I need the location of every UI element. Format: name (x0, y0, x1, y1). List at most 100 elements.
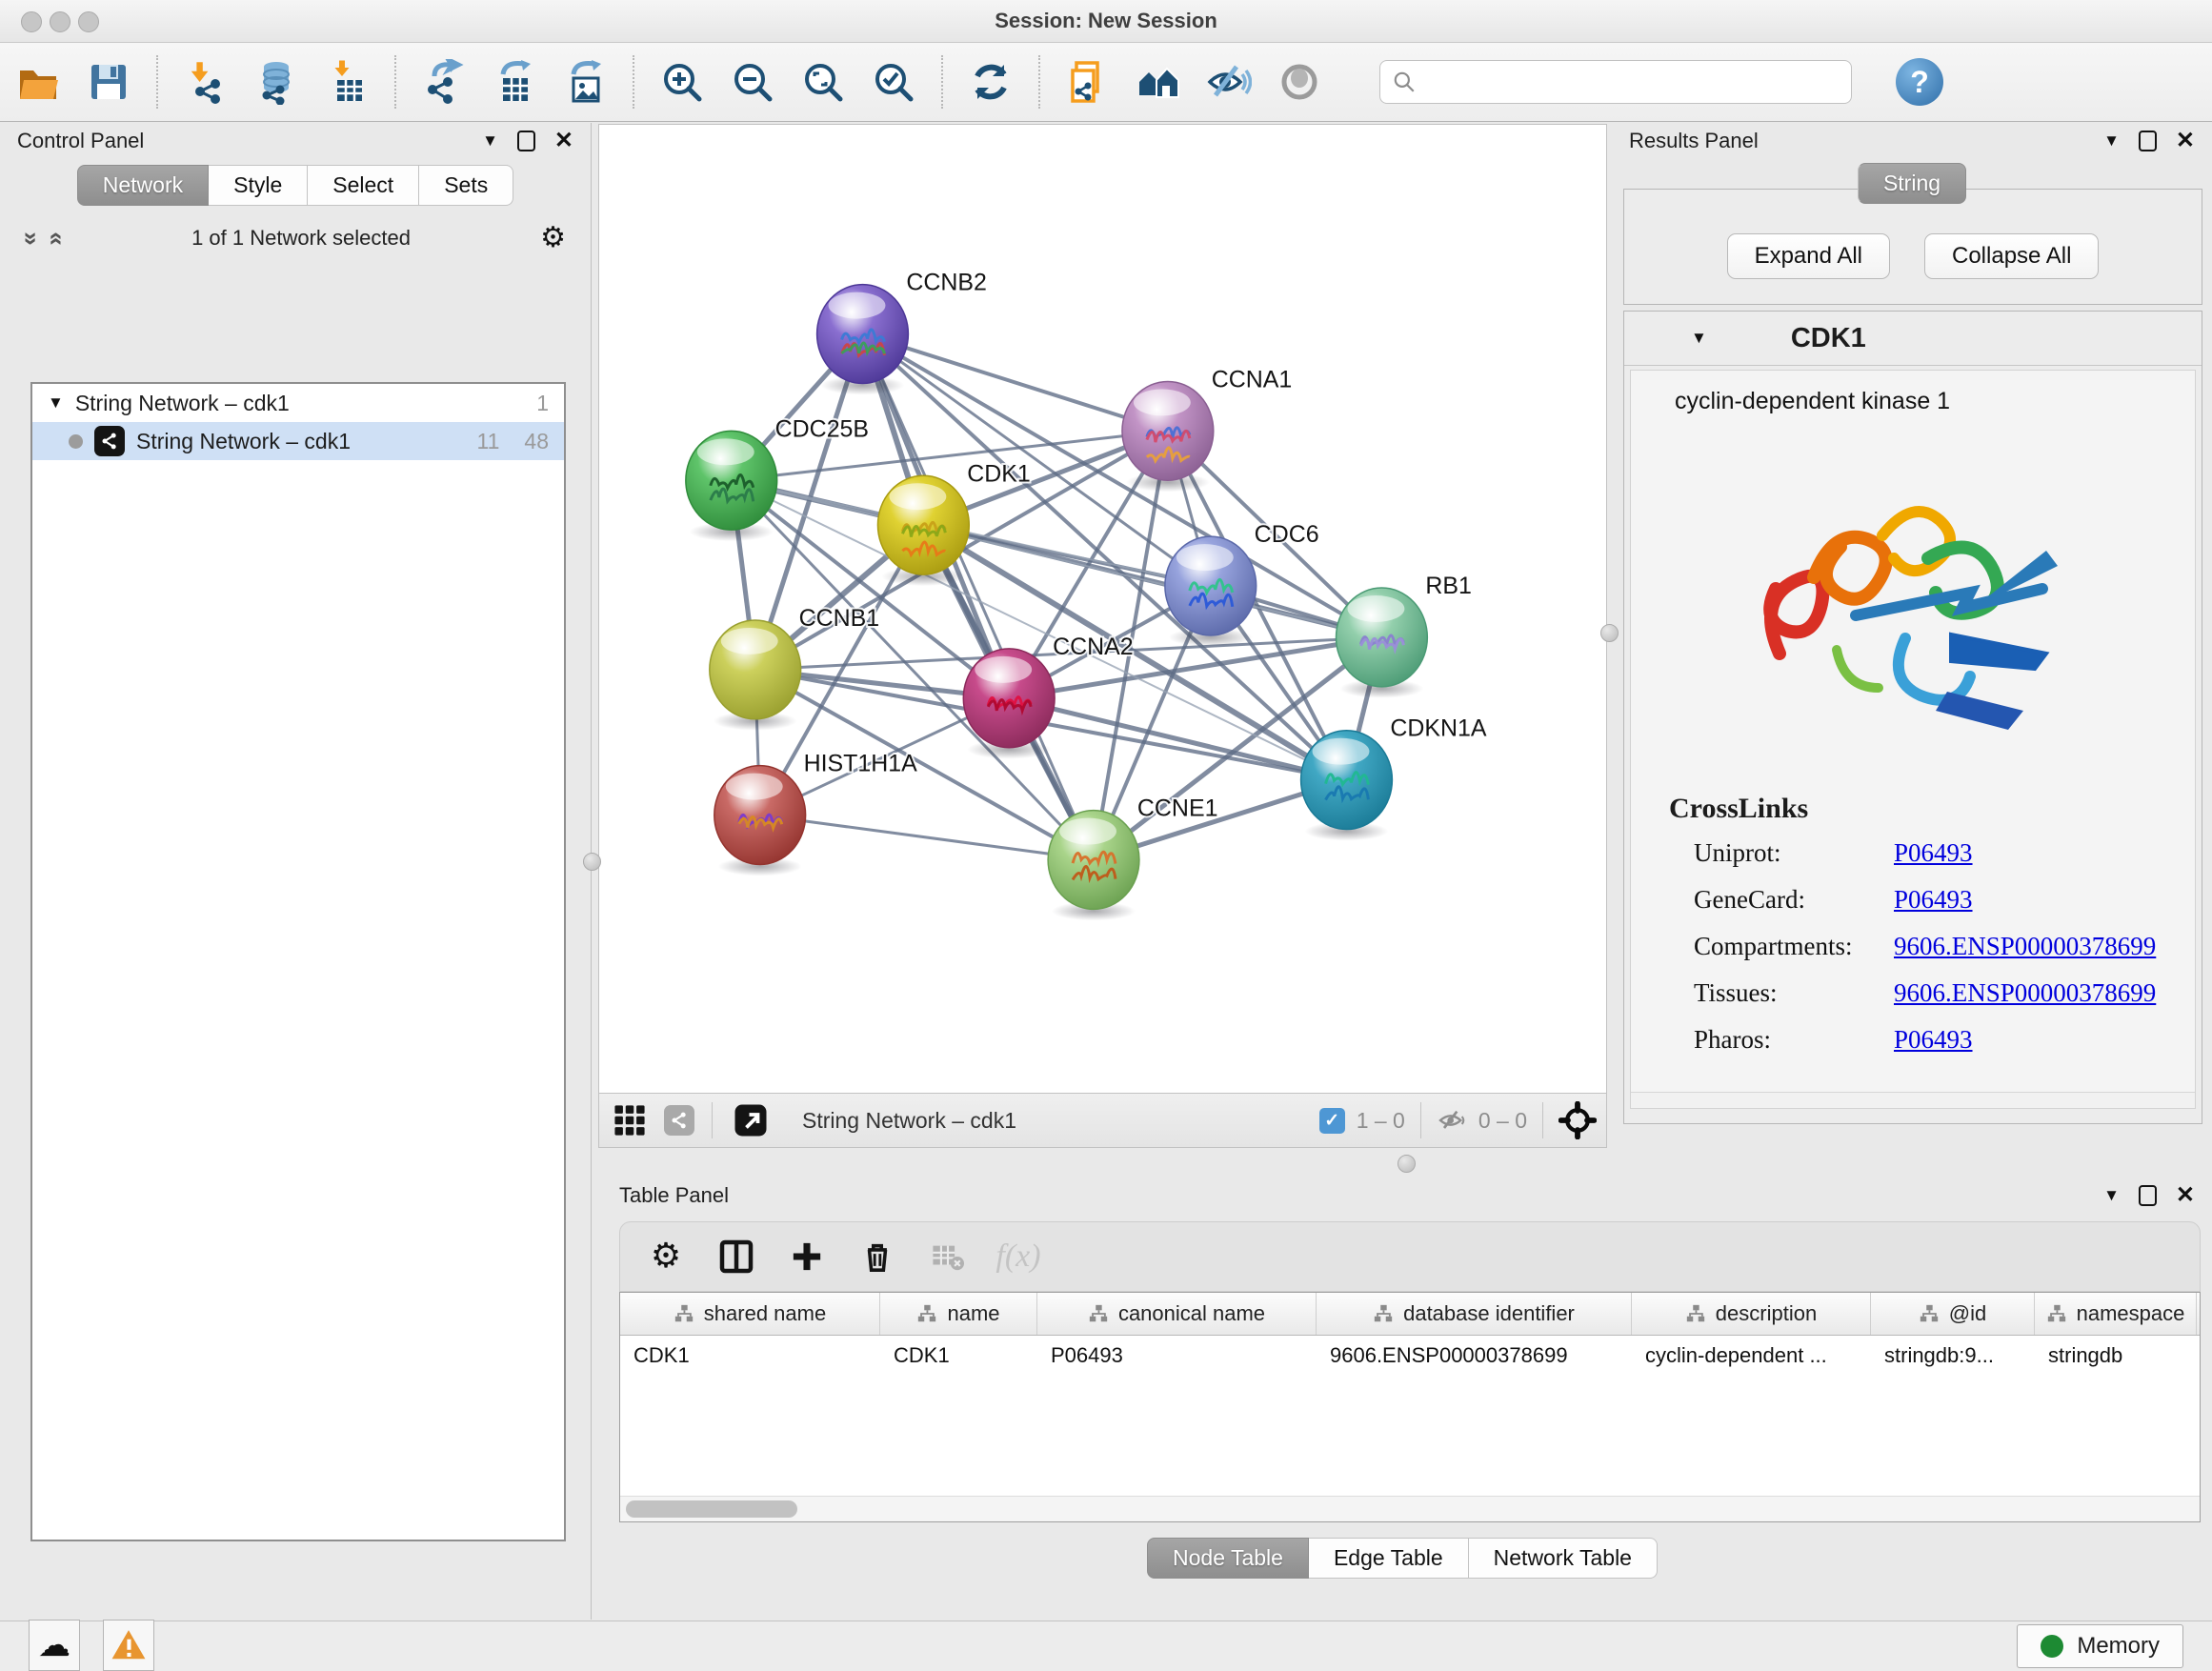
zoom-in-button[interactable] (657, 57, 707, 107)
collapse-all-button[interactable]: Collapse All (1924, 233, 2099, 279)
delete-column-icon[interactable] (856, 1236, 898, 1278)
birds-eye-view-icon[interactable] (609, 1099, 651, 1141)
table-panel-menu-icon[interactable]: ▼ (2103, 1186, 2120, 1205)
gene-disclosure-icon[interactable]: ▼ (1691, 329, 1707, 348)
toolbar-search[interactable] (1379, 60, 1852, 104)
toolbar-separator (712, 1102, 713, 1138)
search-input[interactable] (1424, 69, 1840, 95)
network-options-gear-icon[interactable]: ⚙ (540, 224, 566, 252)
bottom-splitter-handle[interactable] (1398, 1155, 1416, 1173)
edge-CCNB2-CCNA1[interactable] (862, 334, 1167, 432)
tab-edge-table[interactable]: Edge Table (1309, 1538, 1469, 1579)
export-table-button[interactable] (490, 57, 539, 107)
control-panel-title: Control Panel (17, 129, 144, 153)
tab-sets[interactable]: Sets (419, 165, 513, 206)
crosslink-value-link[interactable]: P06493 (1894, 838, 1973, 868)
column-header-database-identifier[interactable]: database identifier (1317, 1293, 1632, 1335)
table-cell[interactable]: stringdb:9... (1871, 1336, 2035, 1376)
results-horizontal-scrollbar[interactable] (1631, 1092, 2195, 1108)
table-cell[interactable]: cyclin-dependent ... (1632, 1336, 1871, 1376)
table-panel-float-icon[interactable] (2139, 1185, 2157, 1206)
table-cell[interactable]: CDK1 (880, 1336, 1037, 1376)
column-header-@id[interactable]: @id (1871, 1293, 2035, 1335)
edge-CCNB2-CCNE1[interactable] (862, 334, 1094, 860)
warnings-button[interactable] (103, 1620, 154, 1671)
window-title: Session: New Session (0, 0, 2212, 42)
crosslink-value-link[interactable]: P06493 (1894, 885, 1973, 915)
column-header-name[interactable]: name (880, 1293, 1037, 1335)
import-database-button[interactable] (251, 57, 301, 107)
apply-style-button[interactable] (966, 57, 1016, 107)
column-header-description[interactable]: description (1632, 1293, 1871, 1335)
import-table-button[interactable] (322, 57, 372, 107)
duplicate-network-button[interactable] (1063, 57, 1113, 107)
left-splitter-handle[interactable] (583, 853, 601, 871)
tab-style[interactable]: Style (209, 165, 308, 206)
open-in-window-icon[interactable] (730, 1099, 772, 1141)
fit-selected-crosshair-icon[interactable] (1558, 1101, 1597, 1139)
table-cell[interactable]: stringdb (2035, 1336, 2197, 1376)
tab-node-table[interactable]: Node Table (1147, 1538, 1309, 1579)
cloud-status-button[interactable]: ☁ (29, 1620, 80, 1671)
table-cell[interactable]: P06493 (1037, 1336, 1317, 1376)
results-panel-menu-icon[interactable]: ▼ (2103, 131, 2120, 151)
node-CCNB1[interactable]: CCNB1 (710, 605, 879, 731)
tab-string[interactable]: String (1858, 163, 1966, 204)
zoom-out-button[interactable] (728, 57, 777, 107)
collection-disclosure-icon[interactable]: ▼ (48, 393, 64, 413)
control-panel-menu-icon[interactable]: ▼ (482, 131, 498, 151)
results-panel-close-icon[interactable]: ✕ (2176, 130, 2195, 152)
node-CCNB2[interactable]: CCNB2 (817, 270, 987, 395)
export-image-button[interactable] (560, 57, 610, 107)
node-CDC25B[interactable]: CDC25B (686, 415, 869, 541)
create-column-icon[interactable] (786, 1236, 828, 1278)
tab-network[interactable]: Network (77, 165, 209, 206)
zoom-selected-button[interactable] (869, 57, 918, 107)
tab-network-table[interactable]: Network Table (1469, 1538, 1658, 1579)
column-header-shared-name[interactable]: shared name (620, 1293, 880, 1335)
crosslink-value-link[interactable]: 9606.ENSP00000378699 (1894, 978, 2156, 1008)
show-columns-icon[interactable] (715, 1236, 757, 1278)
node-CCNA1[interactable]: CCNA1 (1122, 366, 1292, 492)
table-cell[interactable]: CDK1 (620, 1336, 880, 1376)
node-label-RB1: RB1 (1425, 573, 1472, 599)
node-CDKN1A[interactable]: CDKN1A (1301, 715, 1487, 841)
show-all-views-button[interactable] (1134, 57, 1183, 107)
results-panel-float-icon[interactable] (2139, 131, 2157, 151)
show-hidden-button[interactable] (1275, 57, 1324, 107)
column-header-namespace[interactable]: namespace (2035, 1293, 2197, 1335)
column-header-canonical-name[interactable]: canonical name (1037, 1293, 1317, 1335)
table-scrollbar-thumb[interactable] (626, 1500, 797, 1518)
import-network-button[interactable] (181, 57, 231, 107)
table-row[interactable]: CDK1CDK1P064939606.ENSP00000378699cyclin… (620, 1336, 2200, 1376)
network-view-title: String Network – cdk1 (802, 1108, 1016, 1134)
node-HIST1H1A[interactable]: HIST1H1A (714, 751, 917, 876)
collapse-all-networks-icon[interactable]: » (40, 232, 70, 245)
zoom-fit-button[interactable] (798, 57, 848, 107)
memory-button[interactable]: Memory (2017, 1624, 2183, 1668)
network-collection-row[interactable]: ▼ String Network – cdk1 1 (32, 384, 564, 422)
help-button[interactable]: ? (1896, 58, 1943, 106)
expand-all-button[interactable]: Expand All (1727, 233, 1890, 279)
hide-selected-button[interactable] (1204, 57, 1254, 107)
crosslink-value-link[interactable]: P06493 (1894, 1025, 1973, 1055)
control-panel-float-icon[interactable] (517, 131, 535, 151)
node-RB1[interactable]: RB1 (1337, 573, 1472, 698)
string-view-icon[interactable] (664, 1105, 694, 1136)
table-options-gear-icon[interactable]: ⚙ (645, 1236, 687, 1278)
selected-checkbox[interactable]: ✓ (1319, 1108, 1345, 1134)
table-cell[interactable]: 9606.ENSP00000378699 (1317, 1336, 1632, 1376)
save-session-button[interactable] (84, 57, 133, 107)
crosslink-value-link[interactable]: 9606.ENSP00000378699 (1894, 932, 2156, 961)
control-panel-close-icon[interactable]: ✕ (554, 130, 573, 152)
network-view-canvas[interactable]: CCNB2CCNA1CDC25BCDK1CDC6RB1CCNB1CCNA2CDK… (598, 124, 1607, 1094)
tab-select[interactable]: Select (308, 165, 419, 206)
table-horizontal-scrollbar[interactable] (620, 1496, 2200, 1521)
gene-section-header[interactable]: ▼ CDK1 (1624, 312, 2202, 366)
network-row-selected[interactable]: String Network – cdk1 11 48 (32, 422, 564, 460)
edge-CCNE1-HIST1H1A[interactable] (760, 815, 1094, 860)
crosslink-label: Compartments: (1669, 932, 1894, 961)
open-session-button[interactable] (13, 57, 63, 107)
table-panel-close-icon[interactable]: ✕ (2176, 1184, 2195, 1207)
export-network-button[interactable] (419, 57, 469, 107)
